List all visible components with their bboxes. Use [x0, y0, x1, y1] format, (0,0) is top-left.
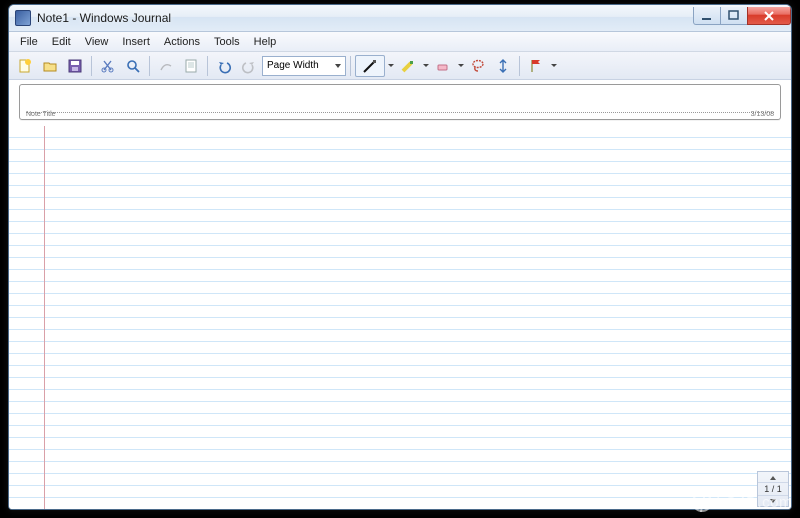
menu-help[interactable]: Help [247, 34, 284, 50]
scissors-icon [100, 58, 116, 74]
window-title: Note1 - Windows Journal [37, 11, 694, 25]
maximize-button[interactable] [720, 7, 748, 25]
toolbar-separator [350, 56, 351, 76]
toolbar-separator [149, 56, 150, 76]
note-date: 3/13/08 [751, 111, 774, 118]
lasso-select-button[interactable] [466, 55, 490, 77]
highlighter-dropdown[interactable] [421, 61, 430, 70]
title-underline [26, 112, 774, 113]
close-button[interactable] [747, 7, 791, 25]
menu-actions[interactable]: Actions [157, 34, 207, 50]
save-icon [67, 58, 83, 74]
toolbar-separator [519, 56, 520, 76]
redo-icon [241, 58, 257, 74]
toolbar-separator [91, 56, 92, 76]
handwriting-icon [158, 58, 174, 74]
eraser-icon [435, 58, 451, 74]
find-button[interactable] [121, 55, 145, 77]
page-navigator: 1 / 1 [757, 471, 789, 507]
menu-file[interactable]: File [13, 34, 45, 50]
pen-button[interactable] [355, 55, 385, 77]
menu-insert[interactable]: Insert [115, 34, 157, 50]
pen-icon [362, 58, 378, 74]
note-title-box[interactable]: Note Title 3/13/08 [19, 84, 781, 120]
page-icon [183, 58, 199, 74]
undo-icon [216, 58, 232, 74]
menu-tools[interactable]: Tools [207, 34, 247, 50]
ruled-canvas[interactable] [9, 126, 791, 509]
undo-button[interactable] [212, 55, 236, 77]
document-area[interactable]: Note Title 3/13/08 1 / 1 [9, 80, 791, 509]
zoom-value: Page Width [267, 60, 319, 71]
convert-handwriting-button[interactable] [154, 55, 178, 77]
open-icon [42, 58, 58, 74]
insert-space-button[interactable] [491, 55, 515, 77]
open-button[interactable] [38, 55, 62, 77]
toolbar: Page Width [9, 52, 791, 80]
menu-edit[interactable]: Edit [45, 34, 78, 50]
flag-icon [528, 58, 544, 74]
maximize-icon [726, 8, 742, 24]
pen-dropdown[interactable] [386, 61, 395, 70]
insert-space-icon [495, 58, 511, 74]
redo-button[interactable] [237, 55, 261, 77]
cut-button[interactable] [96, 55, 120, 77]
eraser-dropdown[interactable] [456, 61, 465, 70]
save-button[interactable] [63, 55, 87, 77]
page-next-button[interactable] [758, 496, 788, 506]
new-note-icon [17, 58, 33, 74]
highlighter-button[interactable] [396, 55, 420, 77]
zoom-combobox[interactable]: Page Width [262, 56, 346, 76]
flag-dropdown[interactable] [549, 61, 558, 70]
flag-button[interactable] [524, 55, 548, 77]
note-title-label: Note Title [26, 111, 56, 118]
menubar: File Edit View Insert Actions Tools Help [9, 32, 791, 52]
lasso-icon [470, 58, 486, 74]
minimize-icon [699, 8, 715, 24]
highlighter-icon [400, 58, 416, 74]
menu-view[interactable]: View [78, 34, 116, 50]
titlebar: Note1 - Windows Journal [9, 5, 791, 32]
eraser-button[interactable] [431, 55, 455, 77]
copy-button[interactable] [179, 55, 203, 77]
search-icon [125, 58, 141, 74]
minimize-button[interactable] [693, 7, 721, 25]
app-window: Note1 - Windows Journal File Edit View I… [8, 4, 792, 510]
new-note-button[interactable] [13, 55, 37, 77]
close-icon [761, 8, 777, 24]
window-buttons [694, 7, 791, 25]
toolbar-separator [207, 56, 208, 76]
page-indicator: 1 / 1 [758, 482, 788, 496]
app-icon [15, 10, 31, 26]
page-prev-button[interactable] [758, 472, 788, 482]
